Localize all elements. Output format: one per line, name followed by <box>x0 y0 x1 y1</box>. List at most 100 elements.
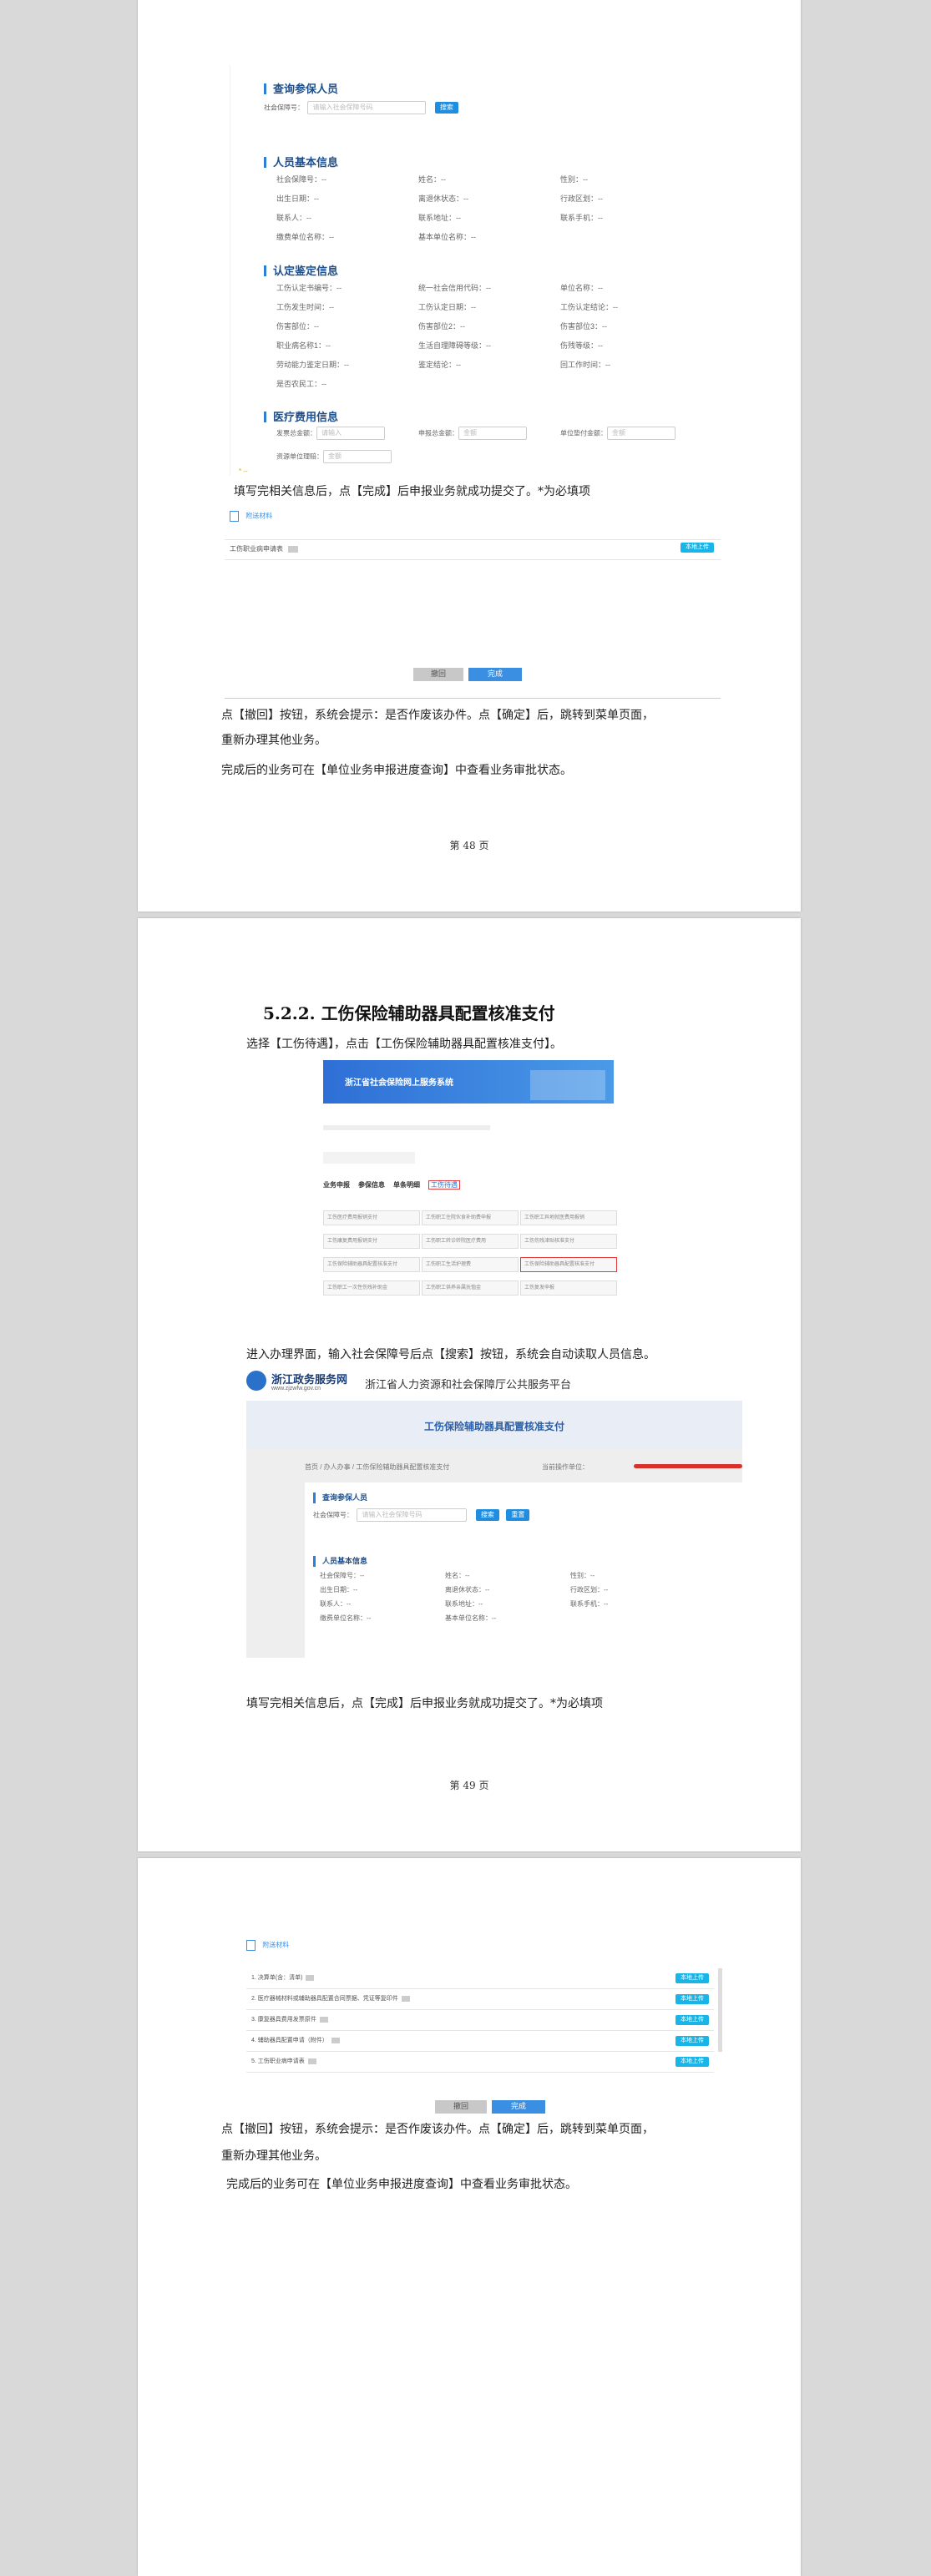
ssn-input[interactable]: 请输入社会保障号码 <box>307 100 427 114</box>
material-badge <box>288 545 299 553</box>
info-field: 基本单位名称：-- <box>445 1614 497 1622</box>
portal-info-box <box>323 1152 415 1164</box>
page-number: 第 49 页 <box>449 1780 489 1791</box>
materials-link[interactable]: 附送材料 <box>246 1940 289 1951</box>
paragraph-enter: 进入办理界面，输入社会保障号后点【搜索】按钮，系统会自动读取人员信息。 <box>246 1348 655 1361</box>
info-field: 统一社会信用代码：-- <box>418 284 491 292</box>
portal-tile[interactable]: 工伤职工供养亲属抚恤金 <box>422 1280 519 1296</box>
info-field: 回工作时间：-- <box>560 361 610 369</box>
info-field: 出生日期：-- <box>320 1586 358 1594</box>
paragraph-withdraw-2: 重新办理其他业务。 <box>221 2149 326 2163</box>
portal-tiles: 工伤医疗费用报销支付 工伤职工住院伙食补助费申报 工伤职工异地就医费用报销工伤康复费… <box>323 1210 617 1302</box>
basic-info-grid: 社会保障号：-- 姓名：-- 性别：-- 出生日期：-- 离退休状态：-- 行政区划：--… <box>276 174 702 242</box>
reset-button[interactable]: 重置 <box>506 1508 530 1521</box>
embedded-form-screenshot: 查询参保人员 社会保障号： 请输入社会保障号码 搜索 人员基本信息 社会保障号：… <box>230 65 710 476</box>
portal-screenshot: 浙江省社会保险网上服务系统 业务申报 参保信息 单条明细 工伤待遇 工伤医疗费用报销支… <box>323 1060 617 1307</box>
gov-form-screenshot: 浙江政务服务网 www.zjzwfw.gov.cn 浙江省人力资源和社会保障厅公… <box>246 1369 742 1658</box>
form-card: 查询参保人员 社会保障号： 请输入社会保障号码 搜索 重置 人员基本信息 社会保… <box>305 1482 742 1658</box>
unit-label: 当前操作单位： <box>542 1463 589 1471</box>
paragraph-withdraw-2: 重新办理其他业务。 <box>221 734 326 747</box>
withdraw-button[interactable]: 撤回 <box>435 2100 487 2114</box>
basic-info-grid: 社会保障号：-- 姓名：-- 性别：-- 出生日期：-- 离退休状态：-- 行政区划：--… <box>320 1571 696 1623</box>
local-upload-button[interactable]: 本地上传 <box>675 2057 709 2067</box>
medical-field-input[interactable]: 请输入 <box>316 426 385 440</box>
info-field: 性别：-- <box>570 1572 595 1579</box>
materials-link[interactable]: 附送材料 <box>230 511 272 522</box>
portal-tile[interactable]: 工伤职工生活护理费 <box>422 1257 519 1272</box>
info-field: 工伤认定日期：-- <box>418 303 476 311</box>
info-field: 姓名：-- <box>418 175 446 184</box>
material-badge <box>401 1995 410 2002</box>
portal-tile[interactable]: 工伤伤残津贴核准支付 <box>520 1234 617 1249</box>
paragraph-select: 选择【工伤待遇】，点击【工伤保险辅助器具配置核准支付】。 <box>246 1038 562 1051</box>
info-field: 伤害部位3：-- <box>560 322 607 331</box>
local-upload-button[interactable]: 本地上传 <box>681 543 714 553</box>
materials-area: 附送材料 工伤职业病申请表 本地上传 <box>225 508 721 560</box>
basic-info-title: 人员基本信息 <box>264 157 338 168</box>
query-section-title: 查询参保人员 <box>313 1493 367 1503</box>
portal-banner: 浙江省社会保险网上服务系统 <box>323 1060 614 1104</box>
paragraph-status: 完成后的业务可在【单位业务申报进度查询】中查看业务审批状态。 <box>221 764 572 777</box>
portal-tab[interactable]: 单条明细 <box>393 1181 420 1189</box>
material-row-label: 4. 辅助器具配置申请（附件） <box>251 2038 328 2043</box>
portal-tile[interactable]: 工伤康复费用报销支付 <box>323 1234 420 1249</box>
injury-info-title: 认定鉴定信息 <box>264 265 338 276</box>
portal-tile[interactable]: 工伤职工一次性伤残补助金 <box>323 1280 420 1296</box>
portal-tile[interactable]: 工伤保险辅助器具配置核准支付 <box>323 1257 420 1272</box>
medical-info-fields: 发票总金额： 请输入 申报总金额： 金额 单位垫付金额： 金额资源单位理赔： 金额 <box>276 426 711 472</box>
material-badge <box>331 2037 340 2043</box>
breadcrumb: 首页 / 办人办事 / 工伤保险辅助器具配置核准支付 <box>305 1463 450 1471</box>
portal-tile[interactable]: 工伤职工转诊转院医疗费用 <box>422 1234 519 1249</box>
basic-info-title: 人员基本信息 <box>313 1556 367 1567</box>
finish-button[interactable]: 完成 <box>492 2100 545 2114</box>
skyline-graphic <box>530 1070 605 1100</box>
info-field: 社会保障号：-- <box>276 175 326 184</box>
portal-tabs: 业务申报 参保信息 单条明细 工伤待遇 <box>323 1180 468 1190</box>
portal-tile[interactable]: 工伤医疗费用报销支付 <box>323 1210 420 1225</box>
paragraph-withdraw-1: 点【撤回】按钮，系统会提示：是否作废该办件。点【确定】后，跳转到菜单页面， <box>221 2123 654 2136</box>
material-row: 1. 决算单(含：清单) 本地上传 <box>246 1968 714 1989</box>
gov-logo-url: www.zjzwfw.gov.cn <box>271 1386 321 1392</box>
material-row: 2. 医疗器械材料或辅助器具配置合同票据、凭证等复印件 本地上传 <box>246 1989 714 2010</box>
local-upload-button[interactable]: 本地上传 <box>675 2036 709 2046</box>
material-badge <box>319 2016 328 2023</box>
section-heading: 5.2.2. 工伤保险辅助器具配置核准支付 <box>263 1003 555 1023</box>
page-number: 第 48 页 <box>449 840 489 851</box>
material-rows: 1. 决算单(含：清单) 本地上传 2. 医疗器械材料或辅助器具配置合同票据、凭证等… <box>246 1968 714 2073</box>
portal-tile[interactable]: 工伤复发申报 <box>520 1280 617 1296</box>
list-scrollbar[interactable] <box>718 1968 722 2052</box>
info-field: 单位名称：-- <box>560 284 603 292</box>
material-row-label: 2. 医疗器械材料或辅助器具配置合同票据、凭证等复印件 <box>251 1996 398 2002</box>
ssn-input[interactable]: 请输入社会保障号码 <box>357 1508 468 1522</box>
material-row-label: 工伤职业病申请表 <box>230 545 283 553</box>
info-field: 联系人：-- <box>276 214 311 222</box>
info-field: 工伤认定结论：-- <box>560 303 618 311</box>
finish-button[interactable]: 完成 <box>468 668 522 681</box>
withdraw-button[interactable]: 撤回 <box>413 668 463 681</box>
redacted-unit-name <box>634 1464 742 1468</box>
info-field: 联系人：-- <box>320 1600 352 1608</box>
info-field: 联系地址：-- <box>445 1600 483 1608</box>
material-row-label: 1. 决算单(含：清单) <box>251 1975 303 1981</box>
portal-tab[interactable]: 工伤待遇 <box>428 1180 460 1190</box>
medical-field-input[interactable]: 金额 <box>323 449 392 463</box>
portal-tile[interactable]: 工伤保险辅助器具配置核准支付 <box>520 1257 617 1272</box>
portal-tile[interactable]: 工伤职工异地就医费用报销 <box>520 1210 617 1225</box>
medical-field-input[interactable]: 金额 <box>607 426 675 440</box>
gov-logo-name: 浙江政务服务网 <box>271 1374 348 1386</box>
search-button[interactable]: 搜索 <box>434 101 458 114</box>
medical-field-input[interactable]: 金额 <box>458 426 527 440</box>
portal-tab[interactable]: 参保信息 <box>358 1181 385 1189</box>
info-field: 工伤认定书编号：-- <box>276 284 342 292</box>
info-field: 离退休状态：-- <box>445 1586 490 1594</box>
material-row-label: 3. 康复器具费用发票原件 <box>251 2017 316 2023</box>
local-upload-button[interactable]: 本地上传 <box>675 2015 709 2025</box>
local-upload-button[interactable]: 本地上传 <box>675 1994 709 2004</box>
portal-tab[interactable]: 业务申报 <box>323 1181 350 1189</box>
search-button[interactable]: 搜索 <box>475 1508 499 1521</box>
portal-tile[interactable]: 工伤职工住院伙食补助费申报 <box>422 1210 519 1225</box>
info-field: 职业病名称1：-- <box>276 341 331 350</box>
local-upload-button[interactable]: 本地上传 <box>675 1973 709 1983</box>
info-field: 鉴定结论：-- <box>418 361 461 369</box>
medical-field-label: 申报总金额： <box>418 429 458 437</box>
